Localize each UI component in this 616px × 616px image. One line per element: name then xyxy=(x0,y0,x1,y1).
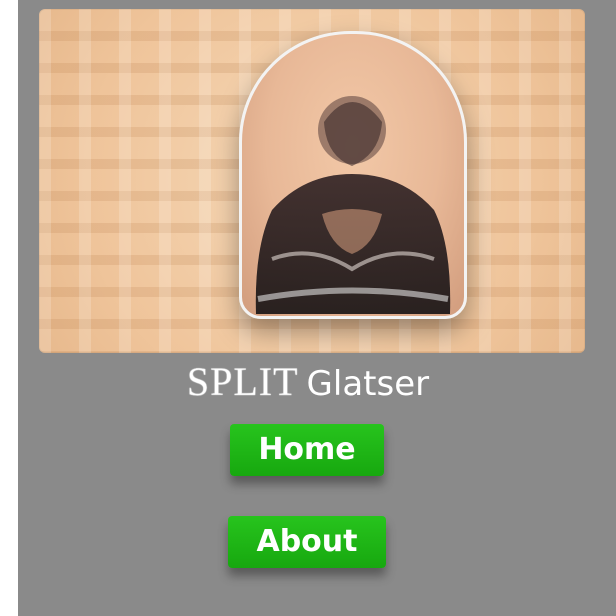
about-button[interactable]: About xyxy=(228,516,386,568)
portrait-image xyxy=(239,31,467,319)
title-split: SPLIT xyxy=(186,359,299,404)
home-button[interactable]: Home xyxy=(230,424,384,476)
site-title: SPLIT Glatser xyxy=(0,359,616,404)
title-glatser: Glatser xyxy=(306,364,430,404)
portrait-frame xyxy=(239,31,467,319)
hero-banner xyxy=(39,9,585,353)
